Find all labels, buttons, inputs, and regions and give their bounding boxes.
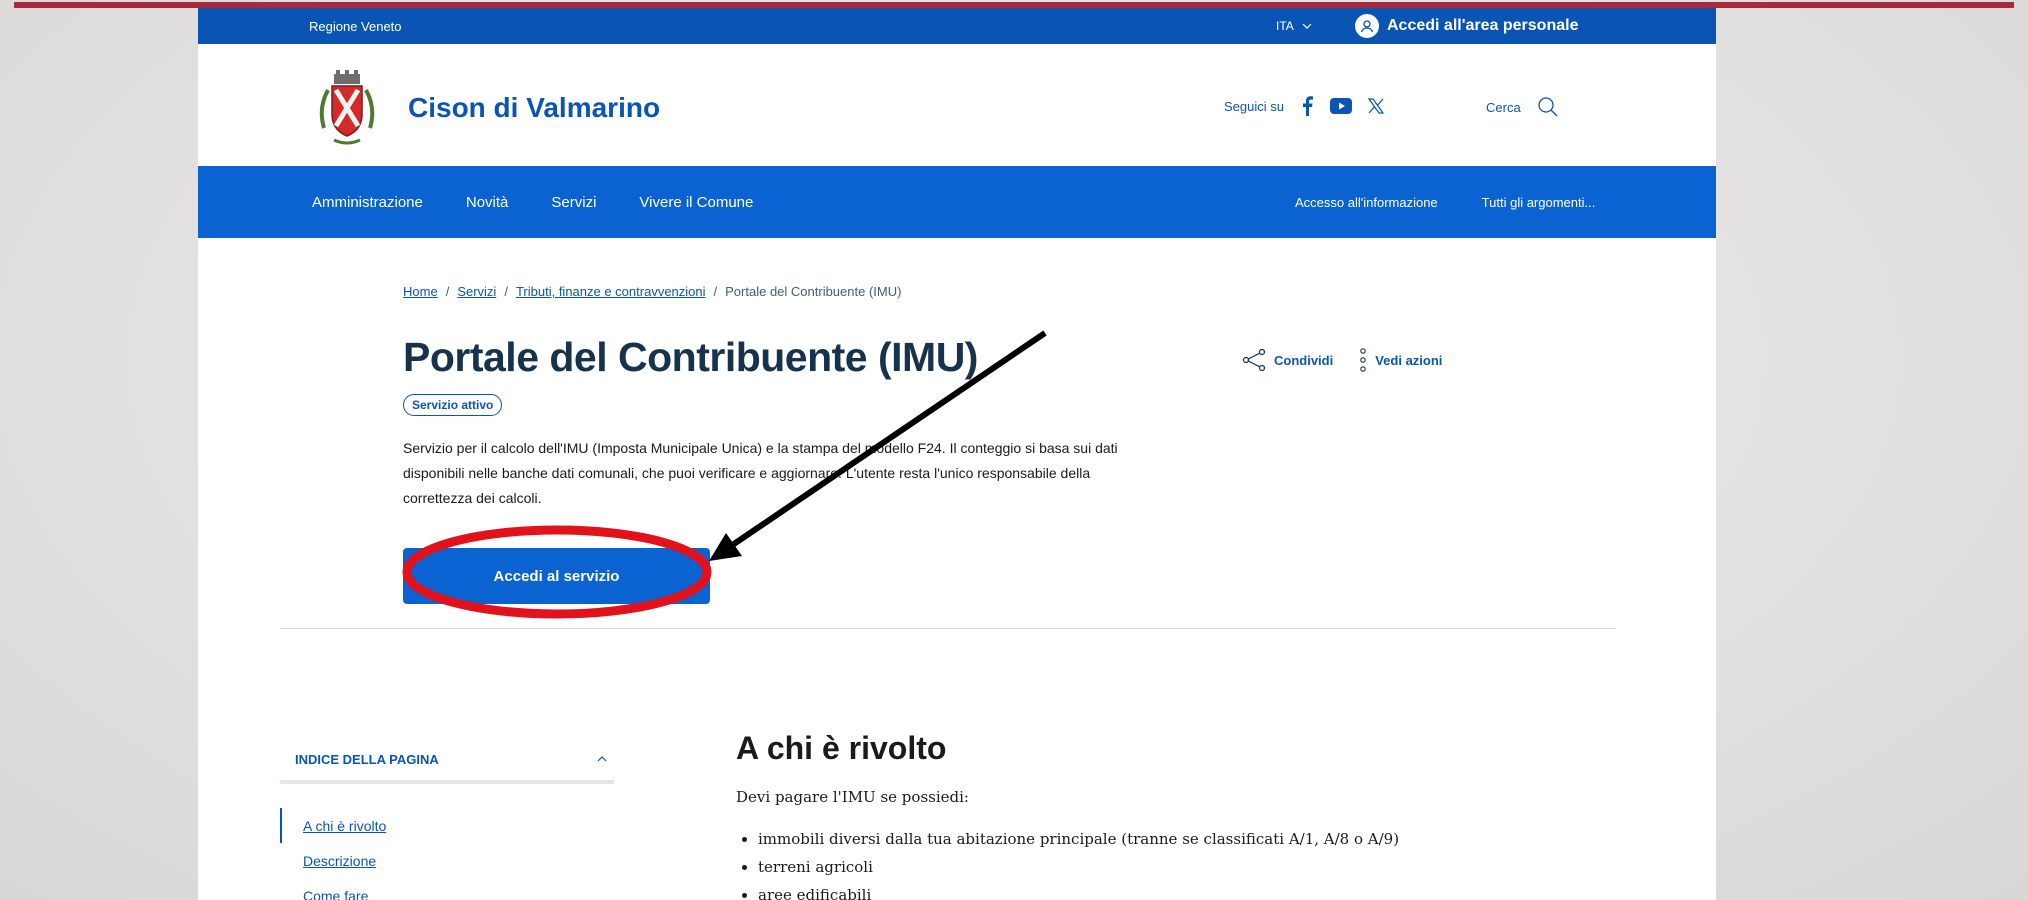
section-list: immobili diversi dalla tua abitazione pr…: [758, 830, 1399, 900]
social-links: Seguici su: [1224, 96, 1384, 116]
main-navigation: Amministrazione Novità Servizi Vivere il…: [198, 166, 1716, 238]
slim-header: Regione Veneto ITA Accedi all'area perso…: [198, 8, 1716, 44]
toc-link[interactable]: Come fare: [303, 888, 368, 900]
breadcrumb-separator: /: [713, 284, 718, 299]
region-link[interactable]: Regione Veneto: [309, 19, 402, 34]
toc-link[interactable]: A chi è rivolto: [303, 818, 386, 834]
center-header: Cison di Valmarino Seguici su Cerca: [198, 44, 1716, 166]
nav-item-tutti-argomenti[interactable]: Tutti gli argomenti...: [1482, 195, 1596, 210]
toc-progress-bar: [280, 780, 614, 784]
list-item: aree edificabili: [758, 886, 1399, 900]
nav-item-amministrazione[interactable]: Amministrazione: [312, 194, 423, 211]
share-icon: [1242, 349, 1266, 371]
breadcrumb-servizi[interactable]: Servizi: [457, 284, 496, 299]
list-item: immobili diversi dalla tua abitazione pr…: [758, 830, 1399, 858]
nav-item-vivere-il-comune[interactable]: Vivere il Comune: [639, 194, 753, 211]
breadcrumb: Home / Servizi / Tributi, finanze e cont…: [403, 284, 901, 299]
toc-item-descrizione[interactable]: Descrizione: [280, 843, 386, 878]
youtube-icon[interactable]: [1329, 98, 1352, 114]
breadcrumb-separator: /: [445, 284, 450, 299]
language-selector[interactable]: ITA: [1276, 19, 1312, 33]
share-button[interactable]: Condividi: [1242, 349, 1333, 371]
search-label: Cerca: [1486, 99, 1521, 115]
site-name[interactable]: Cison di Valmarino: [408, 92, 660, 124]
toc-item-a-chi-e-rivolto[interactable]: A chi è rivolto: [280, 808, 386, 843]
more-vertical-icon: [1360, 348, 1366, 372]
access-service-button[interactable]: Accedi al servizio: [403, 548, 710, 604]
toc-title: INDICE DELLA PAGINA: [295, 752, 439, 767]
login-button[interactable]: Accedi all'area personale: [1355, 14, 1578, 38]
list-item: terreni agricoli: [758, 858, 1399, 886]
status-badge: Servizio attivo: [403, 394, 503, 416]
municipal-crest-logo[interactable]: [314, 68, 380, 148]
view-actions-button[interactable]: Vedi azioni: [1359, 348, 1442, 372]
nav-item-accesso-informazione[interactable]: Accesso all'informazione: [1295, 195, 1438, 210]
service-description: Servizio per il calcolo dell'IMU (Impost…: [403, 440, 1118, 506]
chevron-down-icon: [1302, 23, 1312, 29]
breadcrumb-tributi[interactable]: Tributi, finanze e contravvenzioni: [516, 284, 706, 299]
search-icon: [1538, 97, 1558, 117]
user-icon: [1355, 14, 1379, 38]
nav-item-novita[interactable]: Novità: [466, 194, 509, 211]
web-page: Regione Veneto ITA Accedi all'area perso…: [198, 8, 1716, 900]
breadcrumb-separator: /: [504, 284, 508, 299]
nav-item-servizi[interactable]: Servizi: [551, 194, 596, 211]
login-label: Accedi all'area personale: [1387, 17, 1579, 34]
page-actions: Condividi Vedi azioni: [1242, 348, 1442, 372]
section-divider: [280, 628, 1616, 629]
section-intro: Devi pagare l'IMU se possiedi:: [736, 788, 969, 806]
toc-item-come-fare[interactable]: Come fare: [280, 878, 386, 900]
page-title: Portale del Contribuente (IMU): [403, 334, 978, 380]
toc-header[interactable]: INDICE DELLA PAGINA: [295, 752, 611, 767]
follow-label: Seguici su: [1224, 98, 1284, 114]
x-twitter-icon[interactable]: [1367, 98, 1384, 114]
toc-link[interactable]: Descrizione: [303, 853, 376, 869]
view-actions-label: Vedi azioni: [1375, 352, 1443, 368]
share-label: Condividi: [1274, 352, 1334, 368]
chevron-up-icon: [597, 756, 607, 762]
toc-list: A chi è rivolto Descrizione Come fare: [280, 808, 386, 900]
search-button[interactable]: Cerca: [1486, 96, 1559, 118]
section-title: A chi è rivolto: [736, 730, 947, 766]
breadcrumb-home[interactable]: Home: [403, 284, 438, 299]
language-label: ITA: [1276, 19, 1294, 33]
facebook-icon[interactable]: [1300, 96, 1314, 116]
breadcrumb-current: Portale del Contribuente (IMU): [725, 284, 902, 299]
